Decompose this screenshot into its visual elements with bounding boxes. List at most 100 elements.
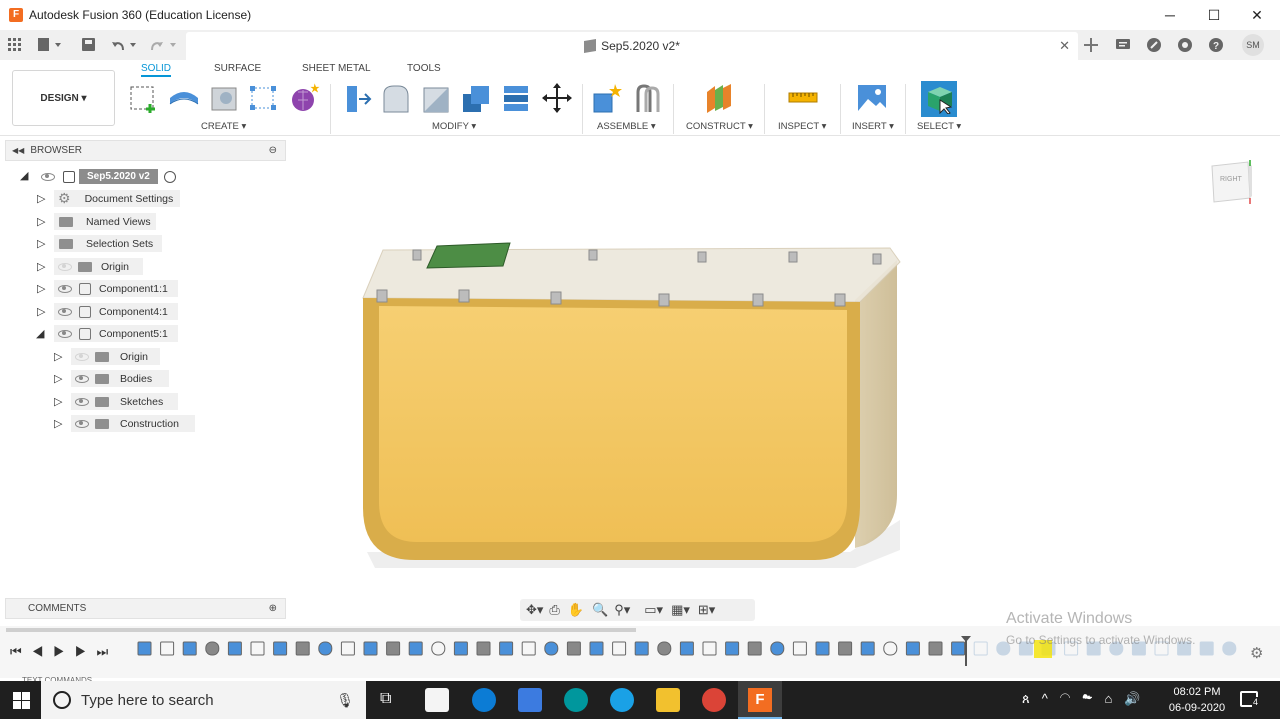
tree-item-sketches[interactable]: Sketches [71, 393, 178, 410]
activate-radio-icon[interactable] [163, 170, 176, 183]
visibility-eye-icon[interactable] [41, 172, 55, 181]
clock[interactable]: 08:02 PM 06-09-2020 [1168, 684, 1226, 716]
select-icon[interactable] [921, 81, 957, 117]
notification-icon[interactable] [1115, 36, 1131, 54]
timeline-feature-icon[interactable] [1222, 641, 1237, 656]
chrome-icon[interactable] [702, 688, 726, 712]
user-avatar[interactable]: SM [1242, 34, 1264, 56]
collapse-toggle-icon[interactable]: ◢ [20, 169, 28, 182]
press-pull-icon[interactable] [340, 81, 374, 115]
visibility-eye-icon[interactable] [75, 419, 89, 428]
timeline-feature-icon[interactable] [227, 641, 242, 656]
timeline-feature-icon[interactable] [792, 641, 807, 656]
file-icon[interactable] [38, 36, 62, 54]
notification-center-icon[interactable]: 4 [1240, 691, 1260, 707]
timeline-feature-icon[interactable] [770, 641, 785, 656]
browser-panel-header[interactable]: ◀◀ BROWSER ⊖ [5, 140, 286, 161]
tree-item-named-views[interactable]: Named Views [54, 213, 156, 230]
expand-toggle-icon[interactable]: ▷ [37, 215, 45, 228]
chamfer-icon[interactable] [419, 81, 453, 115]
tab-surface[interactable]: SURFACE [214, 63, 261, 74]
timeline-feature-icon[interactable] [205, 641, 220, 656]
form-icon[interactable] [287, 81, 321, 115]
timeline-feature-icon[interactable] [295, 641, 310, 656]
timeline-feature-icon[interactable] [702, 641, 717, 656]
timeline-feature-icon[interactable] [453, 641, 468, 656]
fit-icon[interactable]: ⚲▾ [614, 602, 630, 618]
grid-settings-icon[interactable]: ▦▾ [671, 602, 690, 618]
visibility-eye-icon[interactable] [58, 262, 72, 271]
timeline-feature-icon[interactable] [973, 641, 988, 656]
timeline-feature-icon[interactable] [318, 641, 333, 656]
tab-sheet-metal[interactable]: SHEET METAL [302, 63, 371, 74]
view-cube[interactable]: RIGHT [1208, 160, 1256, 205]
orbit-icon[interactable]: ✥▾ [526, 602, 543, 618]
move-icon[interactable] [540, 81, 574, 115]
insert-image-icon[interactable] [855, 81, 889, 115]
visibility-eye-icon[interactable] [58, 284, 72, 293]
tree-item-component5[interactable]: Component5:1 [54, 325, 178, 342]
visibility-eye-icon[interactable] [75, 352, 89, 361]
timeline-feature-icon[interactable] [431, 641, 446, 656]
select-group-label[interactable]: SELECT ▾ [917, 121, 961, 132]
timeline-feature-icon[interactable] [612, 641, 627, 656]
arduino-icon[interactable] [564, 688, 588, 712]
look-at-icon[interactable]: ⎙ [549, 602, 559, 618]
timeline-feature-icon[interactable] [386, 641, 401, 656]
browser-options-icon[interactable]: ⊖ [269, 145, 277, 156]
timeline-feature-icon[interactable] [182, 641, 197, 656]
inspect-group-label[interactable]: INSPECT ▾ [778, 121, 826, 132]
zoom-icon[interactable]: 🔍 [592, 602, 608, 618]
display-settings-icon[interactable]: ▭▾ [644, 602, 663, 618]
expand-toggle-icon[interactable]: ▷ [37, 282, 45, 295]
create-sketch-icon[interactable] [127, 81, 161, 115]
timeline-feature-icon[interactable] [928, 641, 943, 656]
timeline-feature-icon[interactable] [566, 641, 581, 656]
redo-icon[interactable] [150, 36, 178, 54]
timeline-feature-icon[interactable] [1199, 641, 1214, 656]
combine-icon[interactable] [499, 81, 533, 115]
joint-icon[interactable] [631, 81, 665, 115]
history-icon[interactable] [1177, 36, 1193, 54]
expand-toggle-icon[interactable]: ▷ [37, 260, 45, 273]
undo-icon[interactable] [112, 36, 140, 54]
new-component-icon[interactable] [590, 81, 624, 115]
edge-icon[interactable] [472, 688, 496, 712]
expand-toggle-icon[interactable]: ▷ [54, 417, 62, 430]
expand-toggle-icon[interactable]: ▷ [54, 372, 62, 385]
tree-root[interactable]: Sep5.2020 v2 [38, 168, 188, 185]
tree-item-component1[interactable]: Component1:1 [54, 280, 178, 297]
timeline-feature-icon[interactable] [476, 641, 491, 656]
timeline-feature-icon[interactable] [499, 641, 514, 656]
workspace-selector[interactable]: DESIGN ▾ [12, 70, 115, 126]
store-icon[interactable] [425, 688, 449, 712]
timeline-feature-icon[interactable] [657, 641, 672, 656]
timeline-feature-icon[interactable] [340, 641, 355, 656]
expand-toggle-icon[interactable]: ▷ [54, 350, 62, 363]
taskbar-search-box[interactable]: Type here to search 🎙 [41, 681, 366, 719]
windows-start-icon[interactable] [13, 692, 30, 714]
tree-item-component5-origin[interactable]: Origin [71, 348, 160, 365]
collapse-icon[interactable]: ◀◀ [12, 146, 24, 155]
cortana-app-icon[interactable] [610, 688, 634, 712]
timeline-feature-icon[interactable] [679, 641, 694, 656]
file-explorer-icon[interactable] [656, 688, 680, 712]
tree-item-document-settings[interactable]: ⚙ Document Settings [54, 190, 180, 207]
model-viewport[interactable] [355, 230, 915, 575]
tab-tools[interactable]: TOOLS [407, 63, 441, 74]
tree-item-bodies[interactable]: Bodies [71, 370, 169, 387]
create-group-label[interactable]: CREATE ▾ [201, 121, 246, 132]
network-app-icon[interactable] [518, 688, 542, 712]
viewports-icon[interactable]: ⊞▾ [698, 602, 715, 618]
comments-panel-header[interactable]: COMMENTS ⊕ [5, 598, 286, 619]
expand-toggle-icon[interactable]: ▷ [54, 395, 62, 408]
expand-toggle-icon[interactable]: ▷ [37, 305, 45, 318]
timeline-feature-icon[interactable] [544, 641, 559, 656]
system-tray-icons[interactable]: ጰ^◠☁⌂🔊 [1022, 691, 1153, 707]
timeline-feature-icon[interactable] [815, 641, 830, 656]
fillet-icon[interactable] [379, 81, 413, 115]
tab-solid[interactable]: SOLID [141, 63, 172, 77]
expand-toggle-icon[interactable]: ▷ [37, 237, 45, 250]
timeline-feature-icon[interactable] [838, 641, 853, 656]
timeline-feature-icon[interactable] [250, 641, 265, 656]
